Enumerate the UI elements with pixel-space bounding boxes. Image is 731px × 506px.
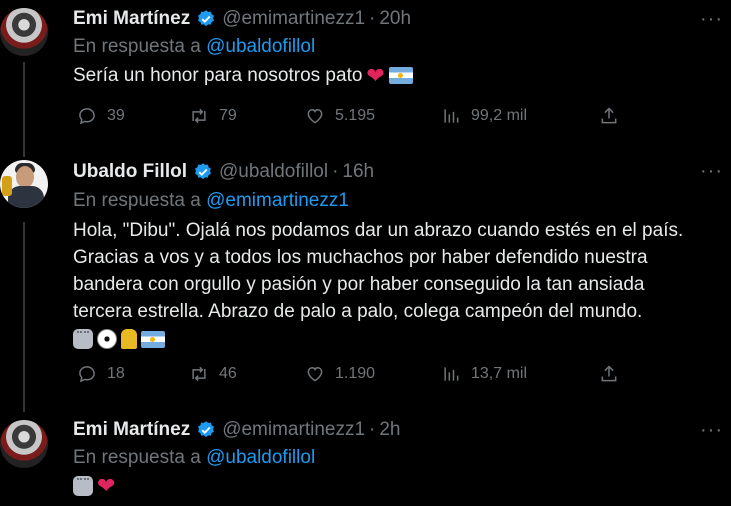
trophy-icon	[121, 329, 137, 349]
tweet-text: Sería un honor para nosotros pato ❤	[73, 63, 723, 88]
more-options-icon[interactable]: ···	[700, 160, 723, 183]
share-icon	[601, 107, 617, 124]
reply-prefix: En respuesta a	[73, 190, 201, 211]
separator-dot: ·	[369, 8, 376, 29]
avatar-suit	[8, 186, 44, 208]
reply-icon	[79, 108, 95, 125]
argentina-flag-icon	[388, 67, 413, 84]
reply-context: En respuesta a @ubaldofillol	[73, 36, 315, 58]
share-button[interactable]	[599, 364, 629, 384]
tweet-text-line: bandera con orgullo y pasión y por haber…	[73, 274, 645, 295]
more-options-icon[interactable]: ···	[700, 8, 723, 31]
tweet-header: Ubaldo Fillol @ubaldofillol · 16h	[73, 160, 374, 184]
retweet-button[interactable]: 79	[189, 106, 237, 126]
tweet[interactable]: Emi Martínez @emimartinezz1 · 2h ··· En …	[0, 410, 731, 506]
share-button[interactable]	[599, 106, 629, 126]
reply-button[interactable]: 18	[77, 364, 125, 384]
like-count: 5.195	[335, 107, 376, 124]
avatar-face	[16, 166, 34, 188]
avatar[interactable]	[0, 420, 48, 468]
tweet-text: ❤	[73, 473, 723, 498]
goalkeeper-glove-icon	[73, 476, 93, 496]
reply-count: 39	[107, 107, 125, 124]
views-button[interactable]: 99,2 mil	[441, 106, 527, 126]
reply-count: 18	[107, 365, 125, 382]
more-options-icon[interactable]: ···	[700, 419, 723, 442]
avatar[interactable]	[0, 8, 48, 56]
display-name[interactable]: Emi Martínez	[73, 8, 190, 30]
user-handle[interactable]: @emimartinezz1	[222, 419, 365, 441]
reply-button[interactable]: 39	[77, 106, 125, 126]
views-chart-icon	[444, 109, 459, 123]
reply-prefix: En respuesta a	[73, 36, 201, 57]
like-button[interactable]: 1.190	[305, 364, 375, 384]
argentina-flag-icon	[141, 330, 165, 348]
red-heart-icon: ❤	[366, 62, 385, 88]
display-name[interactable]: Emi Martínez	[73, 419, 190, 441]
reply-context: En respuesta a @ubaldofillol	[73, 447, 315, 469]
tweet[interactable]: Ubaldo Fillol @ubaldofillol · 16h ··· En…	[0, 150, 731, 400]
reply-icon	[79, 366, 95, 383]
tweet[interactable]: Emi Martínez @emimartinezz1 · 20h ··· En…	[0, 0, 731, 150]
separator-dot: ·	[369, 419, 376, 440]
emoji-row	[73, 329, 723, 349]
retweet-count: 46	[219, 365, 237, 382]
reply-mention-link[interactable]: @ubaldofillol	[206, 36, 315, 57]
reply-mention-link[interactable]: @emimartinezz1	[206, 190, 349, 211]
views-count: 13,7 mil	[471, 365, 528, 382]
like-button[interactable]: 5.195	[305, 106, 375, 126]
tweet-text-content: Sería un honor para nosotros pato	[73, 65, 363, 86]
tweet-text: Hola, "Dibu". Ojalá nos podamos dar un a…	[73, 217, 723, 349]
goalkeeper-glove-icon	[73, 329, 93, 349]
retweet-count: 79	[219, 107, 237, 124]
retweet-icon	[192, 108, 206, 124]
separator-dot: ·	[332, 161, 339, 182]
reply-context: En respuesta a @emimartinezz1	[73, 190, 349, 212]
verified-badge-icon	[198, 421, 215, 438]
verified-badge-icon	[198, 10, 215, 27]
share-icon	[601, 365, 617, 382]
tweet-time[interactable]: 2h	[379, 419, 400, 441]
views-count: 99,2 mil	[471, 107, 528, 124]
reply-mention-link[interactable]: @ubaldofillol	[206, 447, 315, 468]
avatar[interactable]	[0, 160, 48, 208]
trophy-icon	[2, 176, 12, 196]
like-count: 1.190	[335, 365, 376, 382]
user-handle[interactable]: @ubaldofillol	[219, 161, 328, 183]
red-heart-icon: ❤	[97, 473, 116, 498]
views-chart-icon	[444, 367, 459, 381]
views-button[interactable]: 13,7 mil	[441, 364, 527, 384]
retweet-icon	[192, 366, 206, 382]
tweet-header: Emi Martínez @emimartinezz1 · 2h	[73, 418, 401, 442]
like-icon	[307, 108, 323, 124]
user-handle[interactable]: @emimartinezz1	[222, 8, 365, 30]
tweet-time[interactable]: 16h	[342, 161, 374, 183]
retweet-button[interactable]: 46	[189, 364, 237, 384]
like-icon	[307, 366, 323, 382]
soccer-ball-icon	[97, 329, 117, 349]
tweet-text-line: Hola, "Dibu". Ojalá nos podamos dar un a…	[73, 220, 684, 241]
display-name[interactable]: Ubaldo Fillol	[73, 161, 187, 183]
tweet-text-line: tercera estrella. Abrazo de palo a palo,…	[73, 301, 643, 322]
tweet-header: Emi Martínez @emimartinezz1 · 20h	[73, 7, 411, 31]
verified-badge-icon	[195, 163, 211, 180]
reply-prefix: En respuesta a	[73, 447, 201, 468]
tweet-time[interactable]: 20h	[379, 8, 411, 30]
tweet-text-line: Gracias a vos y a todos los muchachos po…	[73, 247, 648, 268]
